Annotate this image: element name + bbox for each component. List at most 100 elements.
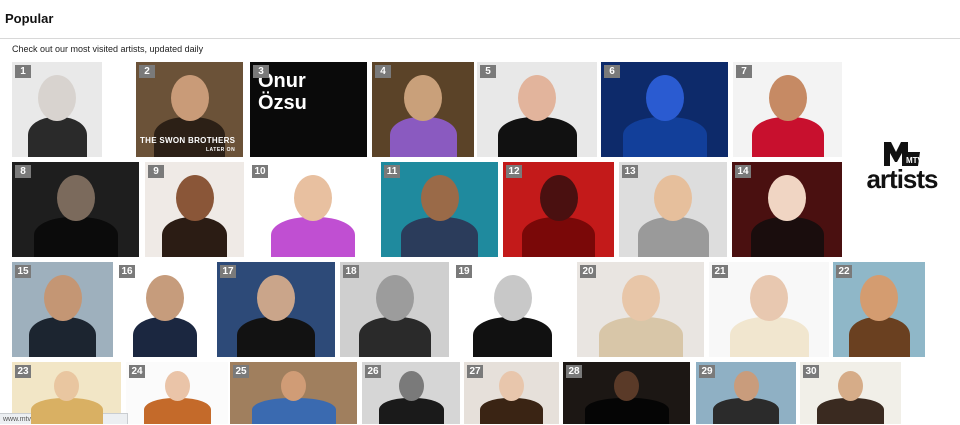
rank-badge: 7 xyxy=(736,65,752,78)
artist-photo-body xyxy=(713,398,779,424)
rank-badge: 13 xyxy=(622,165,638,178)
artist-photo-body xyxy=(585,398,669,424)
page-title: Popular xyxy=(5,11,54,26)
artist-photo-face xyxy=(769,75,807,121)
rank-badge: 6 xyxy=(604,65,620,78)
artist-tile-12[interactable]: 12 xyxy=(503,162,614,257)
artist-photo-face xyxy=(376,275,414,321)
artist-tile-19[interactable]: 19 xyxy=(453,262,572,357)
artist-photo-face xyxy=(654,175,692,221)
artist-tile-29[interactable]: 29 xyxy=(696,362,796,424)
artist-tile-7[interactable]: 7 xyxy=(733,62,842,157)
artist-photo-body xyxy=(623,117,707,157)
artist-photo-body xyxy=(473,317,552,357)
artist-photo-body xyxy=(522,217,595,257)
artist-photo-face xyxy=(838,371,863,401)
artist-photo-face xyxy=(499,371,524,401)
artist-tile-10[interactable]: 10 xyxy=(249,162,376,257)
artist-photo-face xyxy=(171,75,209,121)
artist-photo-face xyxy=(518,75,556,121)
rank-badge: 4 xyxy=(375,65,391,78)
artist-tile-30[interactable]: 30 xyxy=(800,362,901,424)
artist-photo-body xyxy=(730,317,809,357)
artist-photo-body xyxy=(28,117,87,157)
artist-tile-27[interactable]: 27 xyxy=(464,362,559,424)
artist-photo-face xyxy=(768,175,806,221)
artist-tile-5[interactable]: 5 xyxy=(477,62,597,157)
artist-photo-face xyxy=(57,175,95,221)
artist-tile-3[interactable]: Onur Özsu 3 xyxy=(250,62,367,157)
rank-badge: 10 xyxy=(252,165,268,178)
rank-badge: 24 xyxy=(129,365,145,378)
rank-badge: 25 xyxy=(233,365,249,378)
artist-tile-28[interactable]: 28 xyxy=(563,362,690,424)
rank-badge: 9 xyxy=(148,165,164,178)
artist-photo-face xyxy=(860,275,898,321)
artist-photo-face xyxy=(646,75,684,121)
artist-tile-14[interactable]: 14 xyxy=(732,162,842,257)
rank-badge: 26 xyxy=(365,365,381,378)
artist-photo-body xyxy=(390,117,457,157)
rank-badge: 28 xyxy=(566,365,582,378)
artist-photo-body xyxy=(480,398,543,424)
artist-tile-4[interactable]: 4 xyxy=(372,62,474,157)
artist-photo-body xyxy=(29,317,96,357)
artist-tile-20[interactable]: 20 xyxy=(577,262,704,357)
artist-photo-body xyxy=(271,217,355,257)
artist-photo-face xyxy=(44,275,82,321)
artist-tile-9[interactable]: 9 xyxy=(145,162,244,257)
artist-photo-body xyxy=(599,317,683,357)
artist-tile-8[interactable]: 8 xyxy=(12,162,139,257)
artist-photo-body xyxy=(498,117,577,157)
artist-photo-face xyxy=(165,371,190,401)
artists-wordmark: artists xyxy=(866,164,938,194)
artist-tile-2[interactable]: THE SWON BROTHERS LATER ON 2 xyxy=(136,62,243,157)
artist-photo-face xyxy=(176,175,214,221)
rank-badge: 8 xyxy=(15,165,31,178)
artist-photo-body xyxy=(144,398,211,424)
artist-tile-26[interactable]: 26 xyxy=(362,362,460,424)
rank-badge: 16 xyxy=(119,265,135,278)
artist-photo-face xyxy=(622,275,660,321)
page-header: Popular xyxy=(0,0,960,39)
artist-photo-body xyxy=(133,317,197,357)
artist-photo-face xyxy=(38,75,76,121)
rank-badge: 22 xyxy=(836,265,852,278)
artist-photo-body xyxy=(817,398,884,424)
artist-tile-17[interactable]: 17 xyxy=(217,262,335,357)
artist-photo-face xyxy=(421,175,459,221)
artist-photo-body xyxy=(31,398,103,424)
artist-photo-body xyxy=(252,398,336,424)
rank-badge: 20 xyxy=(580,265,596,278)
artist-tile-18[interactable]: 18 xyxy=(340,262,449,357)
artist-photo-face xyxy=(399,371,424,401)
artist-photo-body xyxy=(849,317,910,357)
artist-photo-face xyxy=(281,371,306,401)
artist-tile-16[interactable]: 16 xyxy=(116,262,213,357)
artist-tile-13[interactable]: 13 xyxy=(619,162,727,257)
rank-badge: 19 xyxy=(456,265,472,278)
rank-badge: 23 xyxy=(15,365,31,378)
rank-badge: 12 xyxy=(506,165,522,178)
artist-photo-body xyxy=(34,217,118,257)
artist-tile-1[interactable]: 1 xyxy=(12,62,102,157)
artist-tile-21[interactable]: 21 xyxy=(709,262,829,357)
artist-photo-face xyxy=(614,371,639,401)
mtv-artists-logo[interactable]: MTV artists xyxy=(856,140,948,198)
artist-photo-body xyxy=(401,217,478,257)
rank-badge: 14 xyxy=(735,165,751,178)
artist-tile-25[interactable]: 25 xyxy=(230,362,357,424)
artist-photo-body xyxy=(752,117,824,157)
rank-badge: 30 xyxy=(803,365,819,378)
artist-tile-15[interactable]: 15 xyxy=(12,262,113,357)
section-subtitle: Check out our most visited artists, upda… xyxy=(12,44,204,54)
tile-caption-swon-brothers: THE SWON BROTHERS xyxy=(140,136,236,145)
artist-photo-body xyxy=(751,217,824,257)
rank-badge: 15 xyxy=(15,265,31,278)
artist-tile-6[interactable]: 6 xyxy=(601,62,728,157)
artist-photo-face xyxy=(404,75,442,121)
artist-tile-24[interactable]: 24 xyxy=(126,362,228,424)
artist-tile-22[interactable]: 22 xyxy=(833,262,925,357)
tile-caption-later-on: LATER ON xyxy=(206,147,236,153)
artist-tile-11[interactable]: 11 xyxy=(381,162,498,257)
